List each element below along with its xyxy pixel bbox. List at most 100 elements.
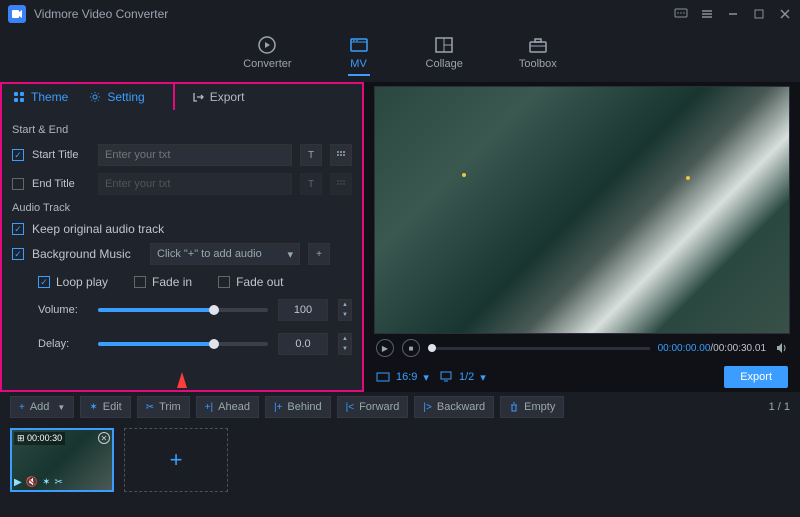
- checkbox-fadein[interactable]: [134, 276, 146, 288]
- tab-export[interactable]: Export: [173, 84, 255, 110]
- backward-icon: |>: [423, 402, 431, 413]
- behind-icon: |+: [274, 402, 282, 413]
- backward-button[interactable]: |> Backward: [414, 396, 494, 418]
- titlebar: Vidmore Video Converter: [0, 0, 800, 28]
- collage-icon: [433, 34, 455, 56]
- start-title-input[interactable]: [98, 144, 292, 166]
- settings-tabs: Theme Setting Export: [0, 82, 364, 110]
- scissors-icon: ✂: [146, 402, 154, 413]
- monitor-icon: [439, 371, 453, 383]
- btn-label: Trim: [159, 401, 181, 413]
- gear-icon: [88, 90, 102, 104]
- maximize-icon[interactable]: [752, 7, 766, 21]
- btn-label: Empty: [524, 401, 555, 413]
- bg-music-select[interactable]: Click "+" to add audio ▾: [150, 243, 300, 265]
- add-audio-button[interactable]: +: [308, 243, 330, 265]
- forward-button[interactable]: |< Forward: [337, 396, 409, 418]
- delay-label: Delay:: [38, 338, 88, 350]
- add-clip-button[interactable]: +: [124, 428, 228, 492]
- clip-remove-button[interactable]: ✕: [98, 432, 110, 444]
- preview-panel: ▶ ■ 00:00:00.00/00:00:30.01 16:9 ▾ 1/2 ▾…: [364, 82, 800, 392]
- tab-theme[interactable]: Theme: [2, 84, 78, 110]
- minimize-icon[interactable]: [726, 7, 740, 21]
- btn-label: Ahead: [218, 401, 250, 413]
- playback-controls: ▶ ■ 00:00:00.00/00:00:30.01: [374, 334, 790, 362]
- toolbox-icon: [527, 34, 549, 56]
- btn-label: Backward: [437, 401, 485, 413]
- bg-music-label: Background Music: [32, 247, 142, 261]
- checkbox-end-title[interactable]: [12, 178, 24, 190]
- empty-button[interactable]: Empty: [500, 396, 564, 418]
- export-icon: [191, 90, 205, 104]
- progress-bar[interactable]: [428, 347, 650, 350]
- volume-icon[interactable]: [774, 341, 788, 355]
- close-icon[interactable]: [778, 7, 792, 21]
- ahead-icon: +|: [205, 402, 213, 413]
- clip-trim-icon[interactable]: ✂: [55, 477, 63, 488]
- btn-label: Forward: [359, 401, 399, 413]
- aspect-ratio-select[interactable]: 16:9 ▾: [376, 371, 429, 384]
- nav-label: Collage: [426, 58, 463, 70]
- clip-play-icon[interactable]: ▶: [14, 477, 22, 488]
- nav-collage[interactable]: Collage: [426, 34, 463, 76]
- menu-icon[interactable]: [700, 7, 714, 21]
- ahead-button[interactable]: +| Ahead: [196, 396, 259, 418]
- behind-button[interactable]: |+ Behind: [265, 396, 331, 418]
- forward-icon: |<: [346, 402, 354, 413]
- settings-panel: Theme Setting Export Start & End ✓ Start…: [0, 82, 364, 392]
- tab-setting[interactable]: Setting: [78, 84, 154, 110]
- start-title-label: Start Title: [32, 149, 90, 161]
- volume-spinner[interactable]: ▲▼: [338, 299, 352, 321]
- annotation-arrow: [177, 372, 187, 388]
- chevron-down-icon: ▾: [480, 371, 486, 384]
- delay-value[interactable]: 0.0: [278, 333, 328, 355]
- nav-mv[interactable]: MV: [348, 34, 370, 76]
- clip-toolbar: +Add▼ ✶Edit ✂ Trim +| Ahead |+ Behind |< For…: [0, 392, 800, 422]
- play-button[interactable]: ▶: [376, 339, 394, 357]
- checkbox-fadeout[interactable]: [218, 276, 230, 288]
- btn-label: Edit: [103, 401, 122, 413]
- pager: 1 / 1: [769, 401, 790, 413]
- chevron-down-icon: ▾: [423, 371, 429, 384]
- nav-label: Toolbox: [519, 58, 557, 70]
- tab-label: Theme: [31, 90, 68, 104]
- btn-label: Behind: [287, 401, 321, 413]
- checkbox-keep-original[interactable]: ✓: [12, 223, 24, 235]
- settings-body: Start & End ✓ Start Title T End Title T: [0, 110, 364, 392]
- chevron-down-icon: ▼: [57, 403, 65, 412]
- end-title-input[interactable]: [98, 173, 292, 195]
- end-title-label: End Title: [32, 178, 90, 190]
- clip-mute-icon[interactable]: 🔇: [26, 477, 38, 488]
- fadeout-label: Fade out: [236, 275, 283, 289]
- text-style-button[interactable]: T: [300, 144, 322, 166]
- add-button[interactable]: +Add▼: [10, 396, 74, 418]
- chevron-down-icon: ▾: [287, 248, 293, 261]
- volume-slider[interactable]: [98, 308, 268, 312]
- clip-thumbnail[interactable]: ⊞ 00:00:30 ✕ ▶ 🔇 ✶ ✂: [10, 428, 114, 492]
- delay-spinner[interactable]: ▲▼: [338, 333, 352, 355]
- loop-label: Loop play: [56, 275, 108, 289]
- checkbox-bg-music[interactable]: ✓: [12, 248, 24, 260]
- fadein-label: Fade in: [152, 275, 192, 289]
- plus-icon: +: [19, 402, 25, 413]
- delay-slider[interactable]: [98, 342, 268, 346]
- keep-original-label: Keep original audio track: [32, 222, 164, 236]
- mv-icon: [348, 34, 370, 56]
- main-area: Theme Setting Export Start & End ✓ Start…: [0, 82, 800, 392]
- trim-button[interactable]: ✂ Trim: [137, 396, 190, 418]
- feedback-icon[interactable]: [674, 7, 688, 21]
- export-button[interactable]: Export: [724, 366, 788, 388]
- checkbox-loop[interactable]: ✓: [38, 276, 50, 288]
- clip-effect-icon[interactable]: ✶: [42, 477, 50, 488]
- nav-converter[interactable]: Converter: [243, 34, 291, 76]
- video-preview[interactable]: [374, 86, 790, 334]
- time-display: 00:00:00.00/00:00:30.01: [658, 343, 766, 354]
- checkbox-start-title[interactable]: ✓: [12, 149, 24, 161]
- edit-button[interactable]: ✶Edit: [80, 396, 130, 418]
- display-count-select[interactable]: 1/2 ▾: [439, 371, 486, 384]
- section-audio-track: Audio Track: [12, 202, 352, 214]
- text-grid-button[interactable]: [330, 144, 352, 166]
- stop-button[interactable]: ■: [402, 339, 420, 357]
- volume-value[interactable]: 100: [278, 299, 328, 321]
- nav-toolbox[interactable]: Toolbox: [519, 34, 557, 76]
